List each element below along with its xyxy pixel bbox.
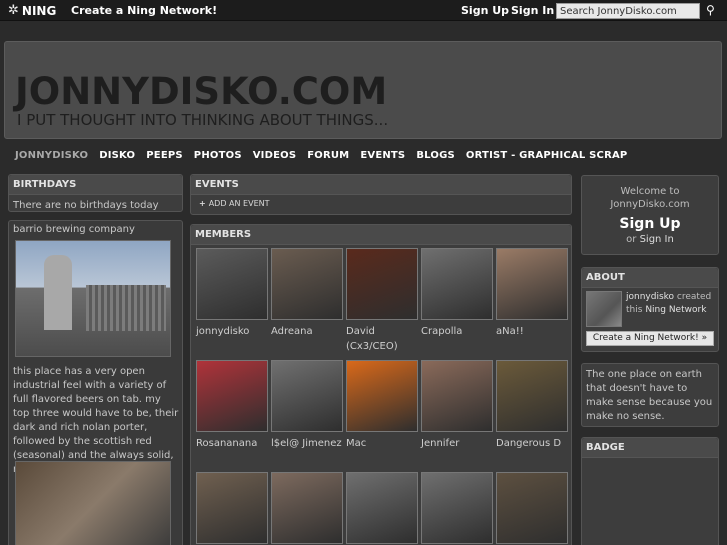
nav-events[interactable]: EVENTS [360,150,405,161]
main-nav: JONNYDISKO DISKO PEEPS PHOTOS VIDEOS FOR… [15,150,627,161]
create-ning-network-button[interactable]: Create a Ning Network! » [586,331,714,346]
nav-peeps[interactable]: PEEPS [146,150,183,161]
sign-in-link[interactable]: Sign In [511,4,554,17]
member-item[interactable]: Rosananana [196,360,268,451]
member-avatar[interactable] [271,360,343,432]
site-tagline: I PUT THOUGHT INTO THINKING ABOUT THINGS… [17,111,389,129]
member-avatar[interactable] [421,472,493,544]
birthdays-text: There are no birthdays today [13,200,159,211]
search-icon[interactable]: ⚲ [706,3,715,17]
about-avatar[interactable] [586,291,622,327]
member-avatar[interactable] [271,248,343,320]
ning-topbar: ✲ NING Create a Ning Network! Sign Up Si… [0,0,727,21]
member-avatar[interactable] [496,248,568,320]
member-name[interactable]: Jennifer [421,436,493,451]
member-avatar[interactable] [421,248,493,320]
member-avatar[interactable] [271,472,343,544]
member-avatar[interactable] [496,472,568,544]
about-title: ABOUT [582,268,718,288]
welcome-line2: JonnyDisko.com [610,199,690,210]
about-box: ABOUT jonnydisko created this Ning Netwo… [581,267,719,352]
badge-box: BADGE [581,437,719,545]
member-name[interactable]: aNa!! [496,324,568,339]
ning-gear-icon: ✲ [8,3,19,18]
plus-icon: + [199,199,206,208]
member-item[interactable]: David (Cx3/CEO) [346,248,418,354]
welcome-box: Welcome to JonnyDisko.com Sign Up or Sig… [581,175,719,255]
about-text: jonnydisko created this Ning Network [626,291,716,317]
welcome-sign-up-link[interactable]: Sign Up [582,216,718,232]
member-item[interactable]: Jennifer [421,360,493,451]
about-user-link[interactable]: jonnydisko [626,292,674,302]
member-item[interactable]: Adreana [271,248,343,339]
member-name[interactable]: l$el@ Jimenez [271,436,343,451]
member-item[interactable]: Dangerous D [496,360,568,451]
member-item[interactable]: jonnydisko [196,248,268,339]
member-avatar[interactable] [196,248,268,320]
member-name[interactable]: jonnydisko [196,324,268,339]
sign-up-link[interactable]: Sign Up [461,4,509,17]
member-avatar[interactable] [346,360,418,432]
member-name[interactable]: Mac [346,436,418,451]
site-header: JONNYDISKO.COM I PUT THOUGHT INTO THINKI… [4,41,722,139]
welcome-or: or [626,234,637,245]
description-text: The one place on earth that doesn't have… [586,369,713,422]
events-title: EVENTS [191,175,571,195]
nav-blogs[interactable]: BLOGS [416,150,455,161]
member-item[interactable] [271,472,343,545]
nav-disko[interactable]: DISKO [99,150,135,161]
site-title[interactable]: JONNYDISKO.COM [15,70,387,113]
about-network: Ning Network [645,305,707,315]
ning-logo[interactable]: ✲ NING [8,3,56,18]
member-item[interactable] [196,472,268,545]
create-network-link[interactable]: Create a Ning Network! [71,4,217,17]
welcome-line1: Welcome to [620,186,680,197]
member-item[interactable]: Mac [346,360,418,451]
nav-forum[interactable]: FORUM [307,150,349,161]
nav-jonnydisko[interactable]: JONNYDISKO [15,150,88,161]
member-avatar[interactable] [196,472,268,544]
member-avatar[interactable] [421,360,493,432]
members-title: MEMBERS [191,225,571,245]
nav-videos[interactable]: VIDEOS [253,150,297,161]
member-item[interactable]: aNa!! [496,248,568,339]
member-avatar[interactable] [346,248,418,320]
welcome-sign-in-link[interactable]: Sign In [640,234,674,245]
member-name[interactable]: Adreana [271,324,343,339]
member-avatar[interactable] [496,360,568,432]
member-item[interactable]: Crapolla [421,248,493,339]
nav-photos[interactable]: PHOTOS [194,150,242,161]
member-item[interactable] [496,472,568,545]
description-box: The one place on earth that doesn't have… [581,363,719,427]
member-name[interactable]: Dangerous D [496,436,568,451]
badge-title: BADGE [582,438,718,458]
welcome-sign-in-row: or Sign In [582,234,718,245]
member-item[interactable]: l$el@ Jimenez [271,360,343,451]
member-name[interactable]: David (Cx3/CEO) [346,324,418,354]
member-avatar[interactable] [196,360,268,432]
birthdays-box: BIRTHDAYS There are no birthdays today [8,174,183,212]
member-avatar[interactable] [346,472,418,544]
blog-heading[interactable]: barrio brewing company [9,221,182,241]
events-box: EVENTS + ADD AN EVENT [190,174,572,215]
add-event-link[interactable]: ADD AN EVENT [209,199,270,208]
member-name[interactable]: Rosananana [196,436,268,451]
blog-photo-beers[interactable] [15,461,171,545]
blog-box: barrio brewing company this place has a … [8,220,183,545]
birthdays-title: BIRTHDAYS [9,175,182,195]
blog-photo-brewery[interactable] [15,240,171,357]
member-name[interactable]: Crapolla [421,324,493,339]
member-item[interactable] [421,472,493,545]
nav-ortist[interactable]: ORTIST - GRAPHICAL SCRAP [466,150,628,161]
member-item[interactable] [346,472,418,545]
search-input[interactable] [556,3,700,19]
